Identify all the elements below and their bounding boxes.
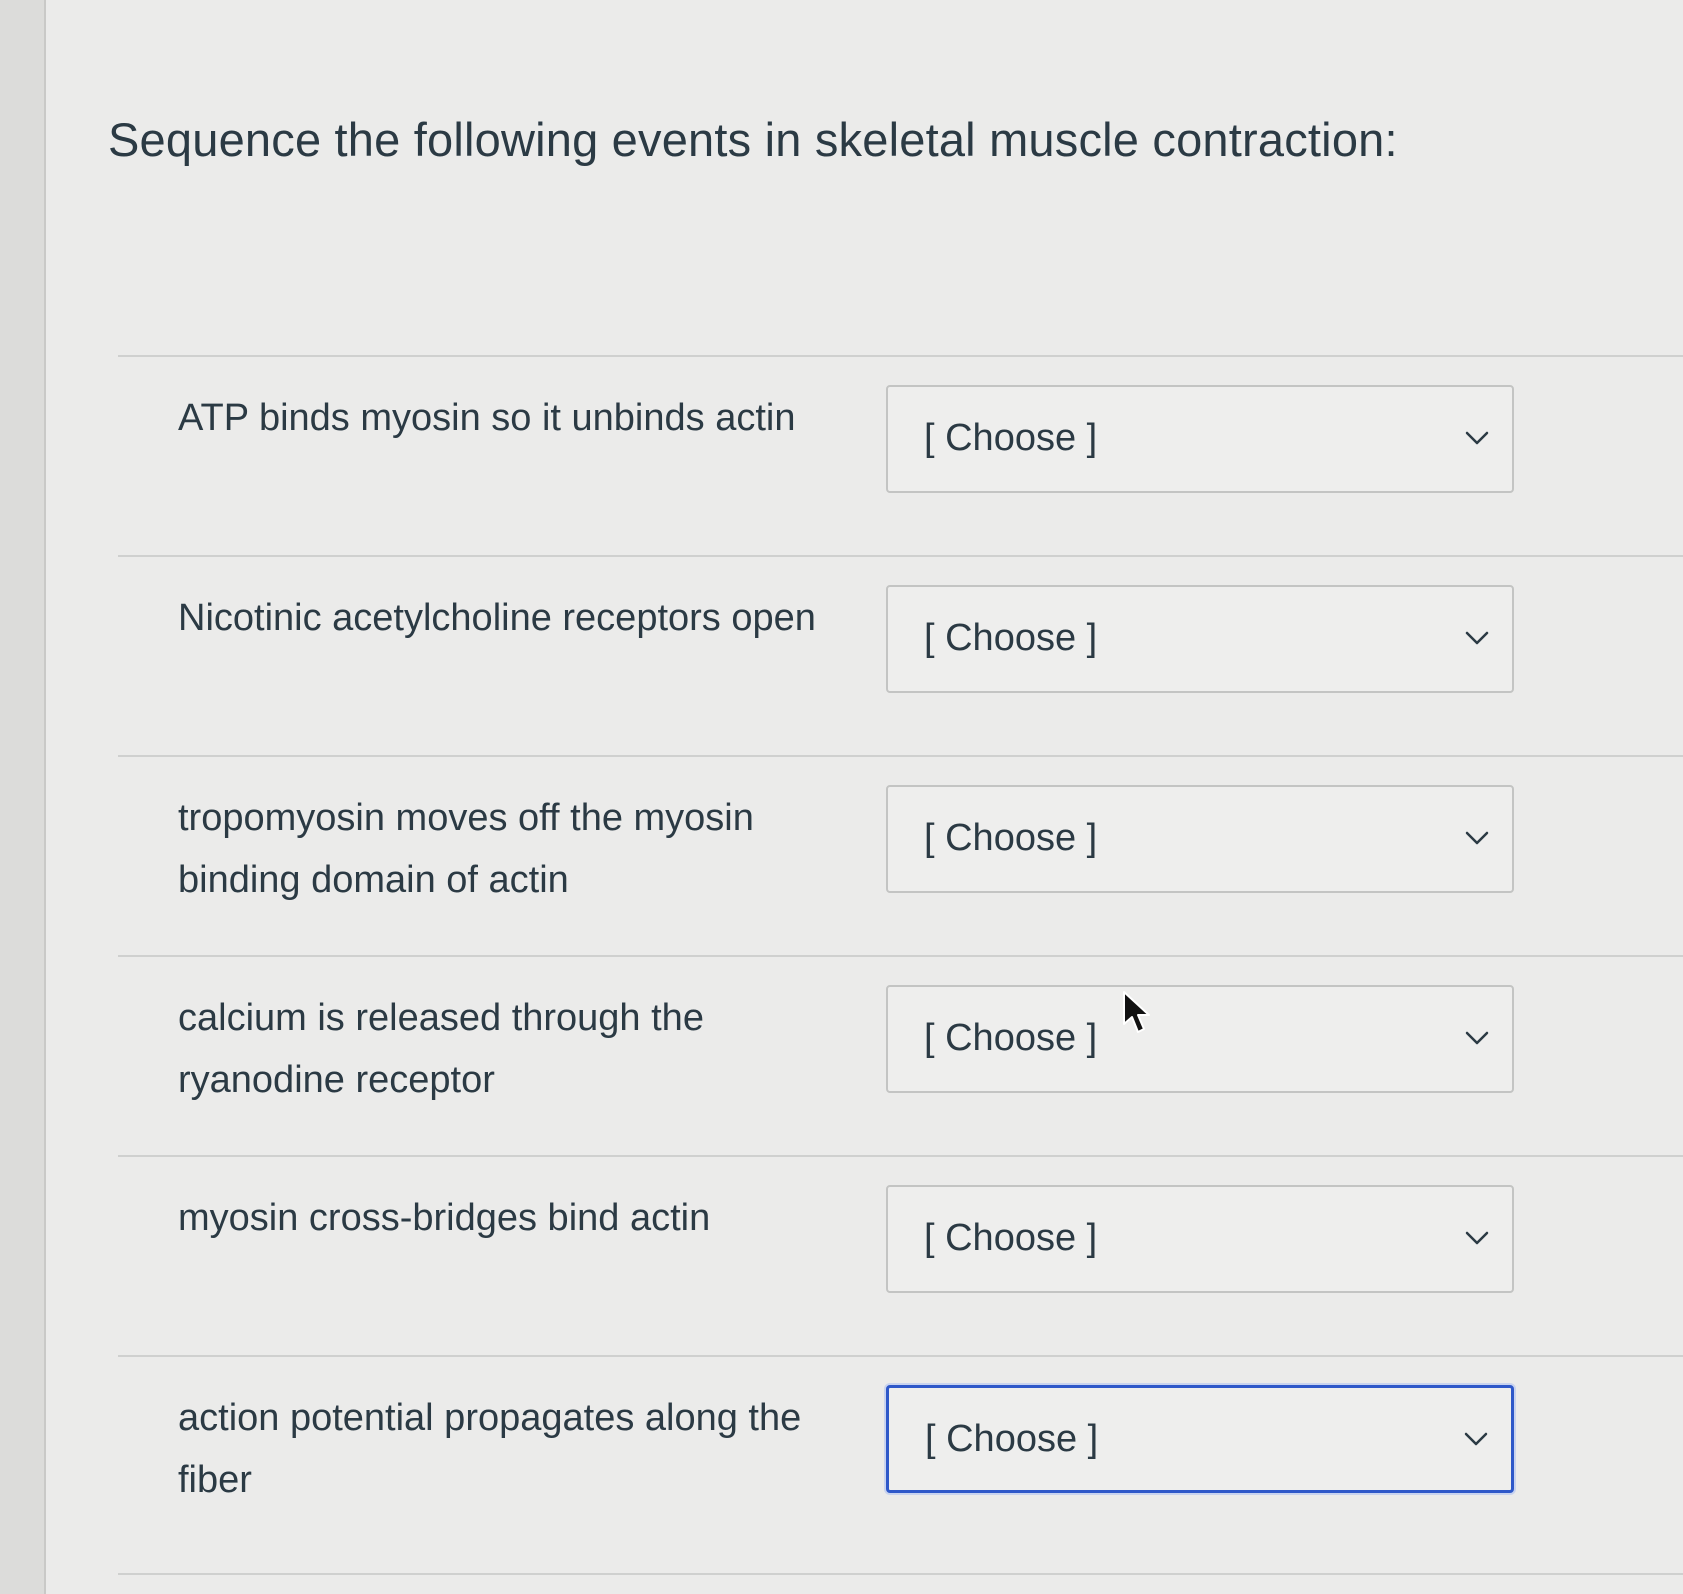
select-value: [ Choose ] bbox=[925, 1418, 1099, 1460]
select-value: [ Choose ] bbox=[924, 617, 1098, 659]
matching-rows: ATP binds myosin so it unbinds actin [ C… bbox=[118, 355, 1683, 1575]
sequence-select[interactable]: [ Choose ] bbox=[886, 385, 1514, 493]
matching-row: tropomyosin moves off the myosin binding… bbox=[118, 755, 1683, 955]
matching-row: ATP binds myosin so it unbinds actin [ C… bbox=[118, 355, 1683, 555]
chevron-down-icon bbox=[1464, 1432, 1488, 1446]
sequence-select[interactable]: [ Choose ] bbox=[886, 785, 1514, 893]
row-label: calcium is released through the ryanodin… bbox=[178, 997, 704, 1101]
question-title: Sequence the following events in skeleta… bbox=[108, 113, 1398, 166]
chevron-down-icon bbox=[1465, 431, 1489, 445]
row-label: action potential propagates along the fi… bbox=[178, 1397, 802, 1501]
row-label: Nicotinic acetylcholine receptors open bbox=[178, 597, 816, 639]
chevron-down-icon bbox=[1465, 831, 1489, 845]
row-label: ATP binds myosin so it unbinds actin bbox=[178, 397, 796, 439]
select-value: [ Choose ] bbox=[924, 1017, 1098, 1059]
cursor-arrow-icon bbox=[1123, 991, 1150, 1033]
matching-row: action potential propagates along the fi… bbox=[118, 1355, 1683, 1575]
chevron-down-icon bbox=[1465, 631, 1489, 645]
matching-row: calcium is released through the ryanodin… bbox=[118, 955, 1683, 1155]
quiz-page: Sequence the following events in skeleta… bbox=[44, 0, 1683, 1594]
sequence-select[interactable]: [ Choose ] bbox=[886, 985, 1514, 1093]
row-label: tropomyosin moves off the myosin binding… bbox=[178, 797, 754, 901]
matching-row: Nicotinic acetylcholine receptors open [… bbox=[118, 555, 1683, 755]
sequence-select[interactable]: [ Choose ] bbox=[886, 1185, 1514, 1293]
sequence-select[interactable]: [ Choose ] bbox=[886, 585, 1514, 693]
sequence-select[interactable]: [ Choose ] bbox=[886, 1385, 1514, 1493]
select-value: [ Choose ] bbox=[924, 417, 1098, 459]
select-value: [ Choose ] bbox=[924, 1217, 1098, 1259]
chevron-down-icon bbox=[1465, 1231, 1489, 1245]
chevron-down-icon bbox=[1465, 1031, 1489, 1045]
select-value: [ Choose ] bbox=[924, 817, 1098, 859]
matching-row: myosin cross-bridges bind actin [ Choose… bbox=[118, 1155, 1683, 1355]
row-label: myosin cross-bridges bind actin bbox=[178, 1197, 711, 1239]
